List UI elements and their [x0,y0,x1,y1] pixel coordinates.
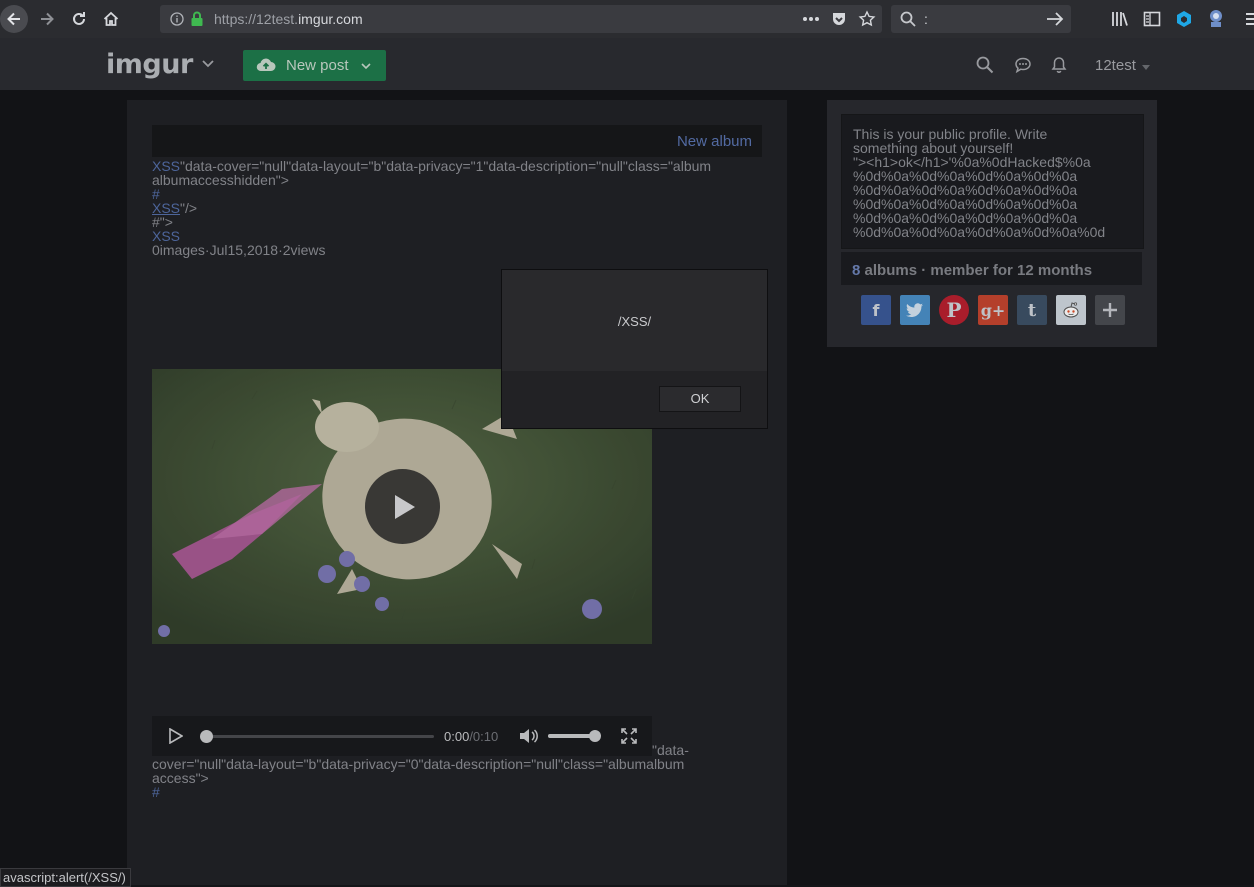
facebook-icon: f [872,300,880,320]
play-overlay-button[interactable] [365,469,440,544]
share-more-button[interactable] [1095,295,1125,325]
googleplus-icon: g+ [980,300,1006,320]
more-actions-icon[interactable] [802,16,820,22]
forward-arrow-icon [41,12,54,26]
info-icon[interactable] [170,12,184,26]
messages-icon[interactable] [1014,56,1032,74]
extension-badge-icon[interactable] [1207,9,1225,29]
hash-line: #"> [152,214,173,230]
share-googleplus-button[interactable]: g+ [978,295,1008,325]
alert-footer: OK [502,371,767,428]
search-icon [900,11,916,27]
profile-bio[interactable]: This is your public profile. Write somet… [841,114,1144,249]
username-menu[interactable]: 12test [1095,57,1136,74]
album-attr-line: access"> [152,770,209,786]
ok-button[interactable]: OK [659,386,741,412]
pinterest-icon: P [946,298,962,322]
album-toolbar: New album [152,125,762,157]
share-twitter-button[interactable] [900,295,930,325]
play-icon [395,495,415,519]
album-panel: New album XSS"data-cover="null"data-layo… [127,100,787,885]
new-post-button[interactable]: New post [243,50,386,81]
share-reddit-button[interactable] [1056,295,1086,325]
hash-link[interactable]: # [152,187,160,201]
share-tumblr-button[interactable]: t [1017,295,1047,325]
volume-thumb[interactable] [588,730,601,742]
status-bar-url: avascript:alert(/XSS/) [0,868,131,887]
share-facebook-button[interactable]: f [861,295,891,325]
home-icon [103,11,119,26]
logo-dropdown-chevron-icon[interactable] [202,60,214,68]
search-icon[interactable] [976,56,994,74]
library-icon[interactable] [1111,10,1129,28]
time-display: 0:00/0:10 [444,729,499,744]
profile-stats: 8 albums · member for 12 months [841,252,1142,285]
reload-icon [73,12,85,25]
alert-message: /XSS/ [617,314,652,329]
album-attr-line: albumaccesshidden"> [152,172,289,188]
browser-toolbar: https://12test.imgur.com : [0,0,1254,38]
seek-thumb[interactable] [200,730,213,743]
xss-line: XSS"/> [152,200,198,216]
back-button[interactable] [0,5,28,33]
twitter-bird-icon [906,302,923,317]
stats-text: 8 albums · member for 12 months [852,262,1093,279]
site-header: imgur New post 12test [0,38,1254,90]
profile-sidebar: This is your public profile. Write somet… [827,100,1157,347]
trailing-attr-text: "data- [652,742,689,758]
bio-text: This is your public profile. Write somet… [853,126,1106,240]
xss-link[interactable]: XSS [152,229,180,243]
bookmark-star-icon[interactable] [858,10,876,28]
lock-icon [191,11,203,26]
go-arrow-icon[interactable] [1046,11,1064,27]
volume-icon[interactable] [518,727,538,745]
imgur-logo[interactable]: imgur [106,49,193,80]
new-post-chevron-icon[interactable] [361,63,371,70]
pocket-icon[interactable] [831,11,847,27]
url-text: https://12test.imgur.com [214,11,363,27]
reddit-alien-icon [1063,302,1079,318]
sidebar-icon[interactable] [1143,10,1161,28]
forward-button[interactable] [33,5,61,33]
new-post-label: New post [286,57,349,74]
media-controls: 0:00/0:10 [152,716,652,756]
album-meta: 0images·Jul15,2018·2views [152,242,326,258]
new-album-link[interactable]: New album [677,133,752,150]
album-title-line: XSS"data-cover="null"data-layout="b"data… [152,158,712,174]
search-bar[interactable]: : [891,5,1071,33]
alert-dialog: /XSS/ OK [501,269,768,429]
reload-button[interactable] [65,5,93,33]
play-icon[interactable] [169,728,183,744]
user-dropdown-chevron-icon[interactable] [1142,65,1150,70]
url-bar[interactable]: https://12test.imgur.com [160,5,882,33]
upload-cloud-icon [256,58,276,72]
hash-link[interactable]: # [152,785,160,799]
extension-cube-icon[interactable] [1175,10,1193,28]
home-button[interactable] [97,5,125,33]
search-text: : [924,11,928,27]
fullscreen-icon[interactable] [621,728,637,744]
back-arrow-icon [7,12,20,26]
plus-icon [1103,303,1117,317]
menu-icon[interactable] [1246,11,1254,27]
notifications-bell-icon[interactable] [1051,56,1067,74]
tumblr-icon: t [1027,299,1037,321]
share-pinterest-button[interactable]: P [939,295,969,325]
seek-track[interactable] [202,735,434,738]
album-attr-line: cover="null"data-layout="b"data-privacy=… [152,756,685,772]
